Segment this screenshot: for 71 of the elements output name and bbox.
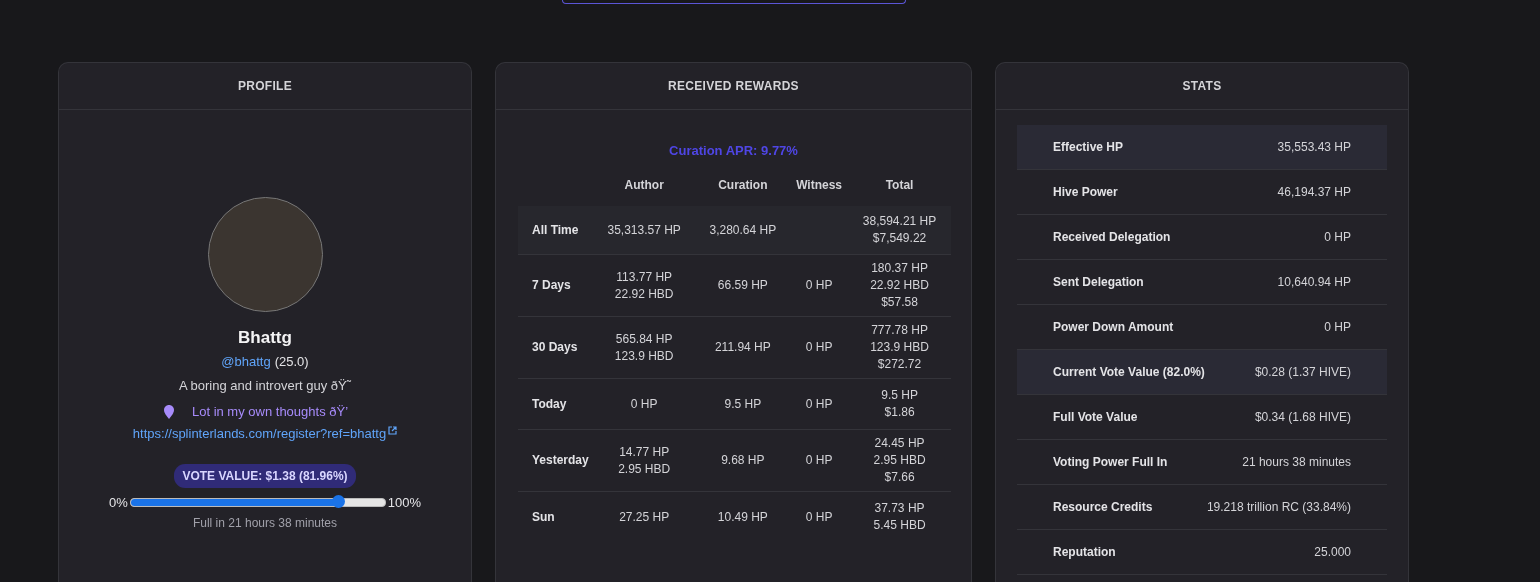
period-cell: All Time — [518, 206, 593, 255]
stat-label: Power Down Amount — [1053, 320, 1174, 334]
table-cell: 777.78 HP 123.9 HBD $272.72 — [848, 316, 951, 379]
period-cell: Yesterday — [518, 429, 593, 492]
stat-value: 10,640.94 HP — [1277, 275, 1351, 289]
stat-label: Received Delegation — [1053, 230, 1171, 244]
external-link-icon — [388, 426, 398, 435]
stat-value: 35,553.43 HP — [1277, 140, 1351, 154]
profile-bio: A boring and introvert guy ðŸ˜ — [179, 378, 351, 393]
table-cell: 0 HP — [592, 378, 696, 430]
stat-value: $0.34 (1.68 HIVE) — [1254, 410, 1351, 424]
stat-label: Hive Power — [1053, 185, 1118, 199]
column-header: Author — [592, 170, 696, 206]
table-cell: 66.59 HP — [695, 254, 791, 317]
slider-max-label: 100% — [387, 495, 421, 510]
vote-value-badge: VOTE VALUE: $1.38 (81.96%) — [174, 464, 356, 488]
card-title: PROFILE — [237, 79, 293, 93]
stat-label: Current Vote Value (82.0%) — [1053, 365, 1205, 379]
stat-label: Effective HP — [1053, 140, 1124, 154]
table-cell: 35,313.57 HP — [592, 206, 696, 255]
column-header: Witness — [790, 170, 849, 206]
stat-label: Reputation — [1053, 545, 1116, 559]
table-cell: 0 HP — [790, 316, 849, 379]
curation-apr: Curation APR: 9.77% — [669, 143, 798, 158]
table-cell: 9.68 HP — [695, 429, 791, 492]
table-cell: 38,594.21 HP $7,549.22 — [848, 206, 951, 255]
table-cell: 9.5 HP $1.86 — [848, 378, 951, 430]
slider-min-label: 0% — [108, 495, 128, 510]
table-cell: 37.73 HP 5.45 HBD — [848, 491, 951, 542]
stat-value: 0 HP — [1324, 230, 1351, 244]
profile-location: Lot in my own thoughts ðŸ’ — [191, 403, 349, 421]
table-cell: 0 HP — [790, 429, 849, 492]
profile-name: Bhattg — [238, 328, 292, 348]
table-cell: 24.45 HP 2.95 HBD $7.66 — [848, 429, 951, 492]
slider-thumb[interactable] — [332, 495, 346, 508]
card-title: RECEIVED REWARDS — [668, 79, 799, 93]
period-cell: Sun — [518, 491, 593, 542]
table-cell: 27.25 HP — [592, 491, 696, 542]
table-cell: 180.37 HP 22.92 HBD $57.58 — [848, 254, 951, 317]
voting-power-slider[interactable] — [129, 498, 386, 507]
period-cell: 7 Days — [518, 254, 593, 317]
stat-value: 46,194.37 HP — [1277, 185, 1351, 199]
recharge-time: Full in 21 hours 38 minutes — [192, 516, 338, 530]
stat-label: Sent Delegation — [1053, 275, 1144, 289]
period-cell: 30 Days — [518, 316, 593, 379]
table-cell: 0 HP — [790, 491, 849, 542]
period-cell: Today — [518, 378, 593, 430]
table-cell: 0 HP — [790, 378, 849, 430]
stat-value: 0 HP — [1324, 320, 1351, 334]
table-cell: 9.5 HP — [695, 378, 791, 430]
table-cell: 14.77 HP 2.95 HBD — [592, 429, 696, 492]
table-cell: 113.77 HP 22.92 HBD — [592, 254, 696, 317]
stat-value: 25.000 — [1314, 545, 1351, 559]
column-header: Total — [848, 170, 951, 206]
table-cell: 3,280.64 HP — [695, 206, 791, 255]
table-cell: 10.49 HP — [695, 491, 791, 542]
table-cell: 211.94 HP — [695, 316, 791, 379]
stat-value: 21 hours 38 minutes — [1242, 455, 1351, 469]
stat-value: $0.28 (1.37 HIVE) — [1254, 365, 1351, 379]
reputation-score: (25.0) — [274, 354, 309, 369]
handle-link[interactable]: @bhattg — [221, 354, 271, 369]
location-pin-icon — [163, 405, 174, 419]
website-link[interactable]: https://splinterlands.com/register?ref=bhattg — [132, 426, 387, 441]
column-header: Curation — [695, 170, 791, 206]
stat-label: Full Vote Value — [1053, 410, 1138, 424]
table-cell: 0 HP — [790, 254, 849, 317]
table-cell: 565.84 HP 123.9 HBD — [592, 316, 696, 379]
stat-label: Resource Credits — [1053, 500, 1153, 514]
stat-label: Voting Power Full In — [1053, 455, 1168, 469]
stat-value: 19.218 trillion RC (33.84%) — [1206, 500, 1351, 514]
card-title: STATS — [1182, 79, 1222, 93]
